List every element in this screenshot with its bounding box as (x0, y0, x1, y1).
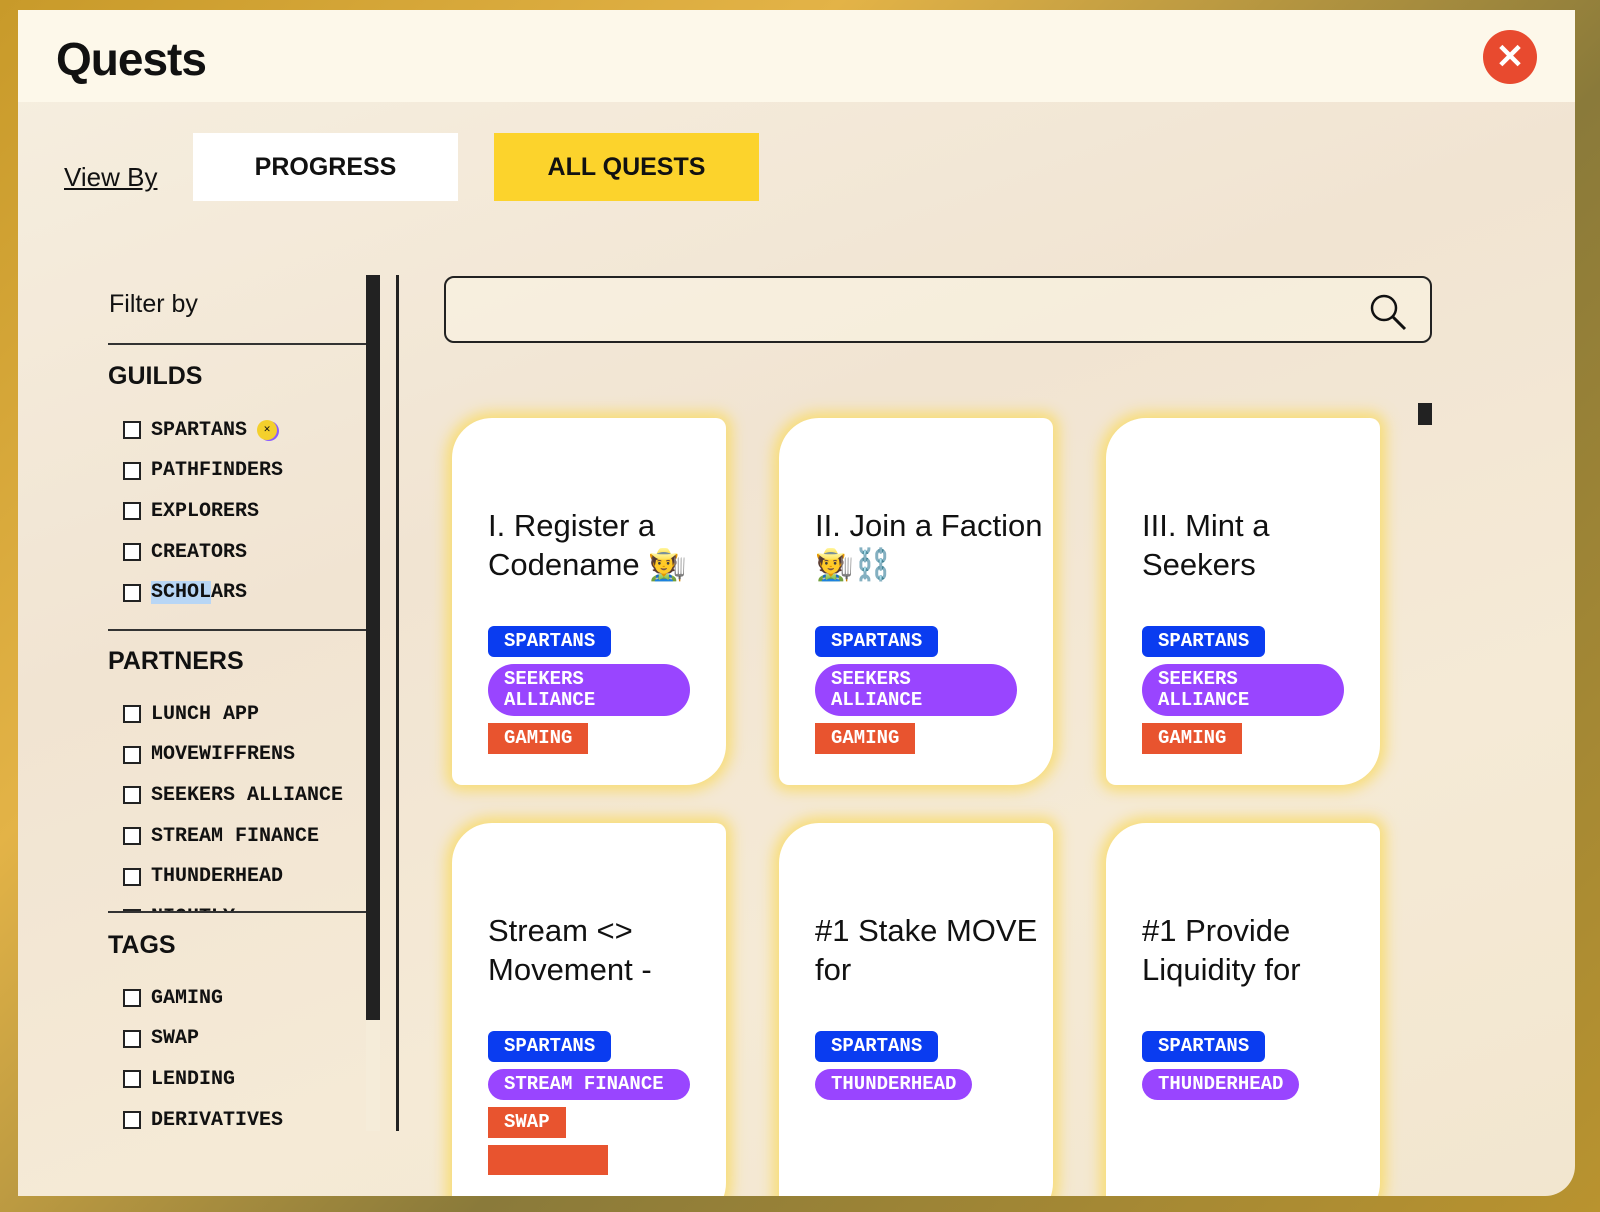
filter-swap[interactable]: SWAP (123, 1027, 199, 1051)
quest-card[interactable]: #1 Stake MOVE for SPARTANS THUNDERHEAD (779, 823, 1053, 1196)
filter-label: DERIVATIVES (151, 1108, 284, 1132)
filter-scrollbar-thumb[interactable] (366, 275, 380, 1020)
checkbox[interactable] (123, 705, 141, 723)
checkbox[interactable] (123, 989, 141, 1007)
quest-title: II. Join a Faction 🧑‍🌾⛓️ (815, 508, 1043, 582)
quest-card[interactable]: #1 Provide Liquidity for SPARTANS THUNDERH… (1106, 823, 1380, 1196)
filter-gaming[interactable]: GAMING (123, 986, 223, 1010)
close-button[interactable]: ✕ (1483, 30, 1537, 84)
guild-tag: SPARTANS (815, 626, 939, 657)
partner-tag: SEEKERS ALLIANCE (488, 664, 690, 716)
quest-card[interactable]: I. Register a Codename 🧑‍🌾 SPARTANS SEEKER… (452, 418, 726, 785)
search-icon[interactable] (1368, 292, 1408, 332)
guild-tag: SPARTANS (1142, 1031, 1266, 1062)
filter-label: SWAP (151, 1027, 200, 1051)
checkbox[interactable] (123, 867, 141, 886)
quest-card[interactable]: II. Join a Faction 🧑‍🌾⛓️ SPARTANS SEEKERS … (779, 418, 1053, 785)
guild-tag: SPARTANS (488, 1031, 612, 1062)
checkbox[interactable] (123, 1029, 141, 1048)
quest-tags: SPARTANS THUNDERHEAD (1142, 1031, 1380, 1107)
quests-scrollbar-thumb[interactable] (1418, 403, 1432, 425)
category-tag: GAMING (488, 723, 589, 754)
search-box[interactable] (444, 276, 1432, 343)
quest-title: III. Mint a Seekers (1142, 508, 1270, 582)
quest-title: Stream <> Movement - (488, 913, 652, 987)
guild-tag: SPARTANS (1142, 626, 1266, 657)
filter-lunch-app[interactable]: LUNCH APP (123, 702, 259, 726)
search-input[interactable] (446, 278, 1430, 341)
quest-title: #1 Stake MOVE for (815, 913, 1038, 987)
quest-title: #1 Provide Liquidity for (1142, 913, 1301, 987)
partner-tag: SEEKERS ALLIANCE (815, 664, 1017, 716)
filter-label: SEEKERS ALLIANCE (151, 783, 344, 807)
quest-card[interactable]: III. Mint a Seekers SPARTANS SEEKERS ALLIA… (1106, 418, 1380, 785)
category-tag (488, 1145, 608, 1175)
checkbox[interactable] (123, 745, 141, 764)
checkbox[interactable] (123, 1070, 141, 1089)
partner-tag: THUNDERHEAD (1142, 1069, 1300, 1100)
quest-tags: SPARTANS STREAM FINANCE SWAP (488, 1031, 726, 1182)
category-tag: GAMING (1142, 723, 1243, 754)
filter-movewiffrens[interactable]: MOVEWIFFRENS (123, 743, 295, 767)
filter-lending[interactable]: LENDING (123, 1067, 235, 1091)
quest-card[interactable]: Stream <> Movement - SPARTANS STREAM FINAN… (452, 823, 726, 1196)
quest-tags: SPARTANS SEEKERS ALLIANCE GAMING (815, 626, 1053, 761)
filter-label: MOVEWIFFRENS (151, 743, 296, 767)
checkbox[interactable] (123, 1111, 141, 1130)
filter-label: THUNDERHEAD (151, 865, 284, 889)
filter-seekers-alliance[interactable]: SEEKERS ALLIANCE (123, 783, 343, 807)
filter-label: GAMING (151, 986, 224, 1010)
quest-tags: SPARTANS SEEKERS ALLIANCE GAMING (1142, 626, 1380, 761)
filter-label: LENDING (151, 1067, 236, 1091)
guild-tag: SPARTANS (815, 1031, 939, 1062)
quest-title: I. Register a Codename 🧑‍🌾 (488, 508, 687, 582)
tags-heading: TAGS (108, 931, 176, 959)
filter-stream-finance[interactable]: STREAM FINANCE (123, 824, 319, 848)
category-tag: GAMING (815, 723, 916, 754)
filter-thunderhead[interactable]: THUNDERHEAD (123, 865, 283, 889)
partner-tag: THUNDERHEAD (815, 1069, 973, 1100)
close-icon: ✕ (1495, 38, 1525, 76)
filter-label: LUNCH APP (151, 702, 260, 726)
quest-tags: SPARTANS THUNDERHEAD (815, 1031, 1053, 1107)
partner-tag: STREAM FINANCE (488, 1069, 690, 1100)
filter-derivatives[interactable]: DERIVATIVES (123, 1108, 283, 1132)
quest-tags: SPARTANS SEEKERS ALLIANCE GAMING (488, 626, 726, 761)
partner-tag: SEEKERS ALLIANCE (1142, 664, 1344, 716)
tab-all-quests[interactable]: ALL QUESTS (494, 133, 759, 201)
divider (396, 275, 399, 1131)
divider (108, 911, 368, 913)
category-tag: SWAP (488, 1107, 566, 1138)
filter-label: STREAM FINANCE (151, 824, 320, 848)
guild-tag: SPARTANS (488, 626, 612, 657)
quests-modal: Quests ✕ View By PROGRESS ALL QUESTS Fil… (18, 10, 1575, 1196)
checkbox[interactable] (123, 786, 141, 805)
checkbox[interactable] (123, 827, 141, 846)
